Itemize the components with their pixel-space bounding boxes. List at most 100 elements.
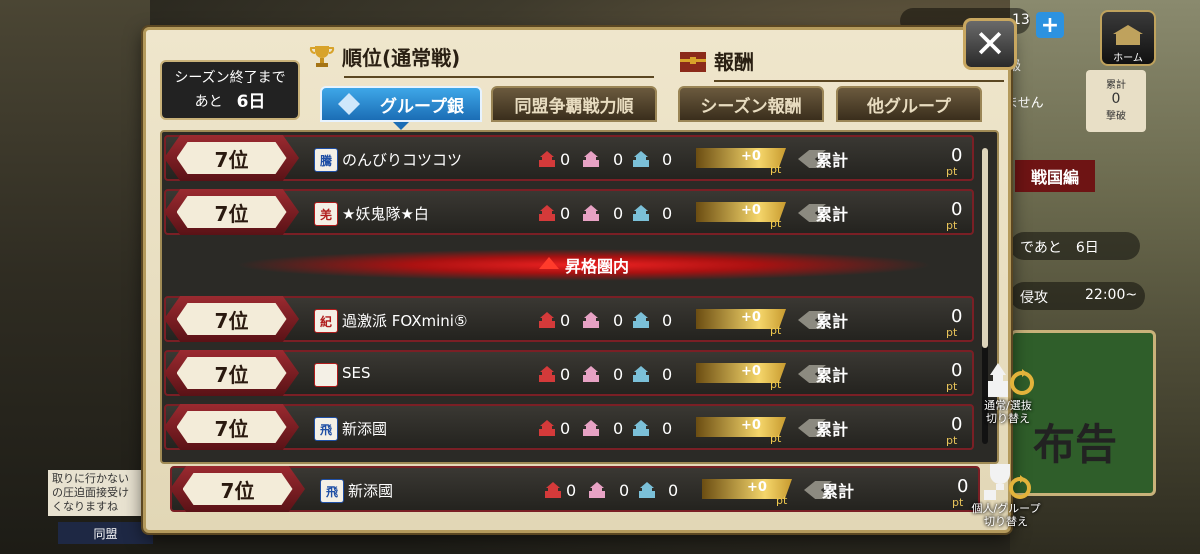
count-captured: 0 xyxy=(560,204,571,223)
alliance-name: 過激派 FOXmini⑤ xyxy=(342,312,468,330)
castle-blue-icon xyxy=(632,312,650,328)
total-label: 累計 xyxy=(816,420,849,439)
total-unit: pt xyxy=(946,434,958,447)
total-label: 累計 xyxy=(816,366,849,385)
home-button[interactable]: ホーム xyxy=(1100,10,1156,66)
gain-pt-value: +0 xyxy=(747,480,767,495)
castle-red-icon xyxy=(538,151,556,167)
total-value: 0 xyxy=(951,145,963,166)
alliance-emblem-icon: 紀 xyxy=(314,309,338,333)
tab-other-group[interactable]: 他グループ xyxy=(836,86,982,122)
count-defended: 0 xyxy=(613,150,624,169)
castle-blue-icon xyxy=(632,205,650,221)
group-emblem-icon xyxy=(338,93,360,115)
alliance-emblem-icon: 飛 xyxy=(314,417,338,441)
trophy-switch-icon xyxy=(984,464,1031,500)
alliance-label: 同盟 xyxy=(93,526,118,541)
ranking-row[interactable]: 7位 SES 0 0 0 +0 pt 累計 0 pt xyxy=(164,350,974,396)
count-defended: 0 xyxy=(613,365,624,384)
castle-pink-icon xyxy=(582,151,600,167)
rank-text: 7位 xyxy=(176,142,287,174)
season-prefix: あと xyxy=(194,94,223,110)
rank-badge: 7位 xyxy=(164,404,299,450)
castle-red-icon xyxy=(538,366,556,382)
rank-badge: 7位 xyxy=(164,189,299,235)
alliance-emblem-icon: 騰 xyxy=(314,148,338,172)
castle-blue-icon xyxy=(632,366,650,382)
tab-group-silver[interactable]: グループ銀 xyxy=(320,86,482,122)
gain-pt-unit: pt xyxy=(770,217,782,230)
alliance-chat-button[interactable]: 同盟 xyxy=(58,522,153,544)
alliance-name: のんびりコツコツ xyxy=(342,151,463,169)
ranking-row[interactable]: 7位飛新添國 0 0 0 +0 pt 累計 0 pt xyxy=(164,404,974,450)
days-text: であと 6日 xyxy=(1020,240,1099,256)
count-defended: 0 xyxy=(613,204,624,223)
tab-alliance-power[interactable]: 同盟争覇戦力順 xyxy=(491,86,657,122)
home-icon xyxy=(1113,25,1143,45)
rank-text: 7位 xyxy=(176,411,287,443)
my-ranking-row-card[interactable]: 7位飛新添國 0 0 0 +0 pt 累計 0 pt xyxy=(170,466,980,512)
gain-pt-value: +0 xyxy=(741,364,761,379)
chest-icon xyxy=(680,51,706,72)
castle-pink-icon xyxy=(582,420,600,436)
total-unit: pt xyxy=(952,496,964,509)
gain-pt-unit: pt xyxy=(770,324,782,337)
total-value: 0 xyxy=(951,306,963,327)
rank-badge: 7位 xyxy=(164,135,299,181)
kill-counter: 累計 0 撃破 xyxy=(1086,70,1146,132)
invasion-time: 22:00~ xyxy=(1085,287,1138,303)
chat-preview[interactable]: 取りに行かない の圧迫面接受け くなりますね xyxy=(48,470,143,516)
reward-title-underline xyxy=(714,80,1004,82)
castle-red-icon xyxy=(544,482,562,498)
rank-text: 7位 xyxy=(176,357,287,389)
my-ranking-row: 7位飛新添國 0 0 0 +0 pt 累計 0 pt xyxy=(170,466,990,516)
kingdom-text: 戦国編 xyxy=(1030,168,1079,187)
promotion-label: 昇格圏内 xyxy=(564,257,629,276)
days-pill: であと 6日 xyxy=(1010,232,1140,260)
kill-counter-value: 0 xyxy=(1111,91,1121,107)
gain-pt-value: +0 xyxy=(741,203,761,218)
castle-pink-icon xyxy=(588,482,606,498)
alliance-name: SES xyxy=(342,364,371,382)
add-resource-button[interactable]: + xyxy=(1036,12,1064,38)
gain-pt-value: +0 xyxy=(741,310,761,325)
ranking-row[interactable]: 7位羌 ★妖鬼隊★白 0 0 0 +0 pt 累計 0 pt xyxy=(164,189,974,235)
tab-label: 他グループ xyxy=(867,96,951,117)
promotion-zone-banner: 昇格圏内 xyxy=(234,249,934,281)
tab-season-reward[interactable]: シーズン報酬 xyxy=(678,86,824,122)
tab-label: シーズン報酬 xyxy=(700,96,802,117)
count-lost: 0 xyxy=(662,419,673,438)
castle-blue-icon xyxy=(638,482,656,498)
gain-pt-unit: pt xyxy=(770,432,782,445)
season-days: 6日 xyxy=(236,92,266,112)
rank-text: 7位 xyxy=(176,196,287,228)
kingdom-banner: 戦国編 xyxy=(1015,160,1095,192)
castle-red-icon xyxy=(538,312,556,328)
tab-pointer xyxy=(393,122,409,130)
switch-group-button[interactable]: 個人/グループ 切り替え xyxy=(966,458,1046,528)
castle-red-icon xyxy=(538,205,556,221)
rank-badge: 7位 xyxy=(164,350,299,396)
gain-pt-value: +0 xyxy=(741,149,761,164)
tab-label: グループ銀 xyxy=(380,96,464,117)
count-defended: 0 xyxy=(613,311,624,330)
alliance-emblem-icon: 飛 xyxy=(320,479,344,503)
rank-text: 7位 xyxy=(182,473,293,505)
home-label: ホーム xyxy=(1113,53,1143,64)
total-label: 累計 xyxy=(816,205,849,224)
ranking-row[interactable]: 7位紀過激派 FOXmini⑤ 0 0 0 +0 pt 累計 0 pt xyxy=(164,296,974,342)
arrow-up-icon xyxy=(538,257,559,269)
switch-battle-line1: 通常/選抜 xyxy=(984,399,1032,412)
ranking-row[interactable]: 7位騰のんびりコツコツ 0 0 0 +0 pt 累計 0 pt xyxy=(164,135,974,181)
ranking-title-underline xyxy=(344,76,654,78)
switch-battle-button[interactable]: 通常/選抜 切り替え xyxy=(968,355,1048,425)
count-defended: 0 xyxy=(619,481,630,500)
count-lost: 0 xyxy=(662,204,673,223)
close-icon: ✕ xyxy=(974,22,1006,66)
close-button[interactable]: ✕ xyxy=(963,18,1017,70)
alliance-name: 新添國 xyxy=(348,482,394,500)
alliance-name: ★妖鬼隊★白 xyxy=(342,205,429,223)
count-captured: 0 xyxy=(560,150,571,169)
tab-label: 同盟争覇戦力順 xyxy=(514,96,634,117)
kill-counter-label: 累計 xyxy=(1106,80,1126,91)
